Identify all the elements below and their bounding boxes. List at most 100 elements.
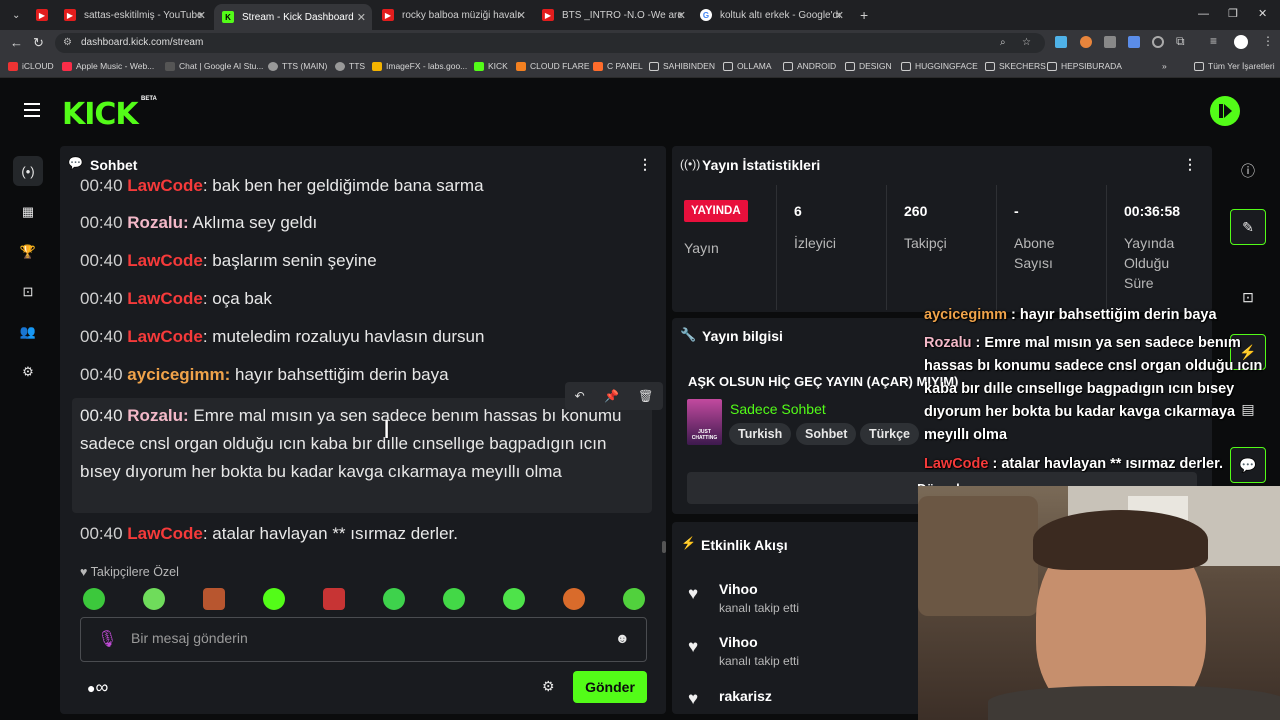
bookmark-folder[interactable]: SAHIBINDEN bbox=[649, 61, 715, 71]
chat-settings-gear-icon[interactable]: ⚙ bbox=[542, 678, 555, 695]
bookmark-folder[interactable]: HEPSIBURADA bbox=[1047, 61, 1122, 71]
activity-action: kanalı takip etti bbox=[719, 654, 800, 668]
bookmark-item[interactable]: KICK bbox=[474, 61, 508, 71]
star-icon[interactable]: ☆ bbox=[1022, 33, 1031, 53]
chat-input[interactable] bbox=[131, 630, 601, 646]
emote-icon[interactable] bbox=[443, 588, 465, 610]
emote-icon[interactable] bbox=[203, 588, 225, 610]
translate-icon[interactable] bbox=[1128, 36, 1140, 48]
bookmark-folder[interactable]: ANDROID bbox=[783, 61, 836, 71]
chat-badges-icon[interactable]: ●∞ bbox=[87, 677, 108, 698]
tab-youtube-3[interactable]: ▶BTS _INTRO -N.O -We are bulle✕ bbox=[534, 4, 692, 26]
extension-icon[interactable] bbox=[1080, 36, 1092, 48]
info-icon[interactable]: ⓘ bbox=[1230, 153, 1266, 189]
clip-icon[interactable]: ⊡ bbox=[13, 277, 43, 307]
user-avatar[interactable] bbox=[1210, 96, 1240, 126]
emote-icon[interactable] bbox=[83, 588, 105, 610]
chat-scrollbar[interactable] bbox=[662, 541, 666, 553]
bookmark-folder[interactable]: DESIGN bbox=[845, 61, 892, 71]
bookmark-item[interactable]: TTS bbox=[335, 61, 365, 71]
zoom-icon[interactable]: ⌕ bbox=[1000, 33, 1006, 53]
tab-list-button[interactable]: ⌄ bbox=[4, 4, 24, 26]
chat-input-box[interactable]: 🎙 ☻ bbox=[80, 617, 647, 662]
activity-user[interactable]: rakarisz bbox=[719, 688, 772, 704]
all-bookmarks[interactable]: Tüm Yer İşaretleri bbox=[1194, 61, 1275, 71]
chat-bubble-icon[interactable]: 💬 bbox=[1230, 447, 1266, 483]
tag-chip[interactable]: Türkçe bbox=[860, 423, 919, 445]
emote-icon[interactable] bbox=[563, 588, 585, 610]
tag-chip[interactable]: Turkish bbox=[729, 423, 792, 445]
reading-list-icon[interactable]: ≡ bbox=[1210, 34, 1217, 48]
emote-icon[interactable] bbox=[383, 588, 405, 610]
bookmarks-overflow-icon[interactable]: » bbox=[1162, 61, 1167, 71]
pin-icon[interactable]: 📌 bbox=[604, 389, 619, 403]
reply-icon[interactable]: ↶ bbox=[575, 389, 585, 403]
close-icon[interactable]: ✕ bbox=[197, 9, 206, 22]
emote-icon[interactable] bbox=[263, 588, 285, 610]
emote-icon[interactable] bbox=[143, 588, 165, 610]
trophy-icon[interactable]: 🏆 bbox=[13, 237, 43, 267]
extension-icon[interactable] bbox=[1055, 36, 1067, 48]
bookmark-folder[interactable]: SKECHERS bbox=[985, 61, 1046, 71]
new-tab-button[interactable]: + bbox=[852, 4, 872, 26]
trash-icon[interactable]: 🗑 bbox=[638, 389, 653, 403]
emote-icon[interactable] bbox=[623, 588, 645, 610]
hamburger-menu-icon[interactable] bbox=[24, 103, 40, 117]
tab-pinned-youtube[interactable]: ▶ bbox=[28, 4, 52, 26]
bookmark-item[interactable]: CLOUD FLARE bbox=[516, 61, 590, 71]
chat-more-icon[interactable]: ⋮ bbox=[638, 156, 652, 173]
tab-google[interactable]: Gkoltuk altı erkek - Google'da Ar✕ bbox=[692, 4, 850, 26]
users-icon[interactable]: 👥 bbox=[13, 317, 43, 347]
category-link[interactable]: Sadece Sohbet bbox=[730, 401, 826, 417]
bookmark-item[interactable]: C PANEL bbox=[593, 61, 643, 71]
analytics-icon[interactable]: ▦ bbox=[13, 197, 43, 227]
close-icon[interactable]: ✕ bbox=[677, 9, 686, 22]
category-thumbnail[interactable]: JUST CHATTING bbox=[687, 399, 722, 445]
bookmark-item[interactable]: Apple Music - Web... bbox=[62, 61, 154, 71]
back-icon[interactable]: ← bbox=[10, 35, 23, 50]
url-field[interactable]: ⚙ dashboard.kick.com/stream ⌕ ☆ bbox=[55, 33, 1045, 53]
tag-chip[interactable]: Sohbet bbox=[796, 423, 857, 445]
extension-icon[interactable] bbox=[1104, 36, 1116, 48]
kick-logo[interactable]: KICK bbox=[62, 97, 139, 132]
tab-youtube-1[interactable]: ▶ sattas-eskitilmiş - YouTube ✕ bbox=[56, 4, 212, 26]
edit-pencil-icon[interactable]: ✎ bbox=[1230, 209, 1266, 245]
youtube-icon: ▶ bbox=[64, 9, 76, 21]
reload-icon[interactable]: ↻ bbox=[33, 35, 44, 51]
bookmark-item[interactable]: TTS (MAIN) bbox=[268, 61, 327, 71]
tab-youtube-2[interactable]: ▶rocky balboa müziği havalı döv✕ bbox=[374, 4, 532, 26]
restore-icon[interactable]: ❐ bbox=[1228, 7, 1238, 20]
activity-user[interactable]: Vihoo bbox=[719, 581, 758, 597]
chat-bubble-icon: 💬 bbox=[68, 156, 83, 170]
emoji-icon[interactable]: ☻ bbox=[615, 630, 630, 646]
bookmark-folder[interactable]: HUGGINGFACE bbox=[901, 61, 978, 71]
close-icon[interactable]: ✕ bbox=[357, 11, 366, 24]
site-info-icon[interactable]: ⚙ bbox=[63, 33, 72, 53]
folder-icon bbox=[723, 61, 733, 71]
bookmark-item[interactable]: Chat | Google AI Stu... bbox=[165, 61, 263, 71]
minimize-icon[interactable]: — bbox=[1198, 8, 1209, 20]
subs-stat: - Abone Sayısı bbox=[996, 185, 1106, 310]
chat-message: 00:40 LawCode: muteledim rozaluyu havlas… bbox=[80, 327, 485, 346]
clip-icon[interactable]: ⊡ bbox=[1230, 279, 1266, 315]
close-icon[interactable]: ✕ bbox=[835, 9, 844, 22]
emote-icon[interactable] bbox=[503, 588, 525, 610]
bookmark-item[interactable]: iCLOUD bbox=[8, 61, 54, 71]
activity-user[interactable]: Vihoo bbox=[719, 634, 758, 650]
close-icon[interactable]: ✕ bbox=[517, 9, 526, 22]
stats-more-icon[interactable]: ⋮ bbox=[1183, 156, 1197, 173]
close-window-icon[interactable]: ✕ bbox=[1258, 7, 1267, 20]
send-button[interactable]: Gönder bbox=[573, 671, 647, 703]
extensions-puzzle-icon[interactable]: ⧉ bbox=[1176, 34, 1185, 49]
more-menu-icon[interactable]: ⋮ bbox=[1262, 34, 1274, 48]
profile-avatar[interactable] bbox=[1234, 35, 1248, 49]
microphone-icon[interactable]: 🎙 bbox=[97, 629, 117, 649]
stream-icon[interactable]: (•) bbox=[13, 156, 43, 186]
bookmark-item[interactable]: ImageFX - labs.goo... bbox=[372, 61, 467, 71]
extension-icon[interactable] bbox=[1152, 36, 1164, 48]
emote-icon[interactable] bbox=[323, 588, 345, 610]
tab-kick-dashboard[interactable]: K Stream - Kick Dashboard ✕ bbox=[214, 4, 372, 30]
settings-gear-icon[interactable]: ⚙ bbox=[13, 357, 43, 387]
folder-icon bbox=[985, 61, 995, 71]
bookmark-folder[interactable]: OLLAMA bbox=[723, 61, 772, 71]
